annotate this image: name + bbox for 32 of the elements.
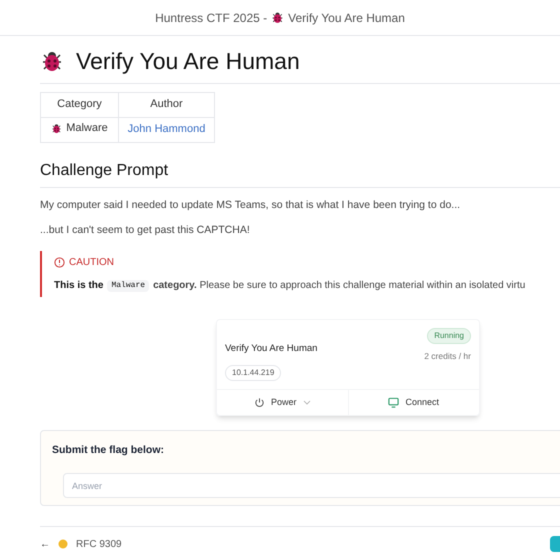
category-text: Malware (66, 120, 108, 136)
action-button[interactable] (550, 536, 560, 552)
badge-icon (58, 539, 68, 550)
back-arrow[interactable]: ← (40, 536, 50, 552)
instance-name: Verify You Are Human (225, 342, 318, 356)
cost-text: 2 credits / hr (424, 350, 471, 363)
status-badge: Running (427, 328, 471, 344)
page-heading: Verify You Are Human (76, 47, 300, 76)
chevron-down-icon (302, 400, 310, 406)
ladybug-icon (40, 49, 64, 74)
section-title: Challenge Prompt (40, 158, 560, 188)
prompt-text: ...but I can't seem to get past this CAPTCHA! (40, 223, 251, 238)
monitor-icon (388, 397, 400, 408)
table-header: Author (118, 92, 214, 117)
caution-text: This is the (54, 279, 104, 293)
window-title-prefix: Huntress CTF 2025 - (155, 10, 268, 26)
caution-label: CAUTION (69, 256, 114, 270)
prompt-text: My computer said I needed to update MS Teams, so that is what I have been trying to do... (40, 198, 462, 212)
submit-label: Submit the flag below: (52, 443, 165, 458)
answer-field[interactable]: Answer (63, 473, 560, 498)
table-header: Category (40, 92, 118, 117)
ladybug-icon (271, 11, 284, 24)
power-button[interactable]: Power (217, 390, 348, 416)
ip-badge: 10.1.44.219 (225, 365, 282, 382)
connect-button[interactable]: Connect (348, 390, 479, 416)
window-title: Verify You Are Human (288, 10, 405, 26)
caution-text: category. Please be sure to approach this challenge material within an isolated virtu (153, 279, 526, 293)
footer-link[interactable]: RFC 9309 (76, 536, 122, 552)
ladybug-icon (51, 122, 62, 134)
code-snippet: Malware (107, 280, 150, 292)
alert-icon (54, 257, 65, 268)
power-icon (254, 397, 265, 408)
